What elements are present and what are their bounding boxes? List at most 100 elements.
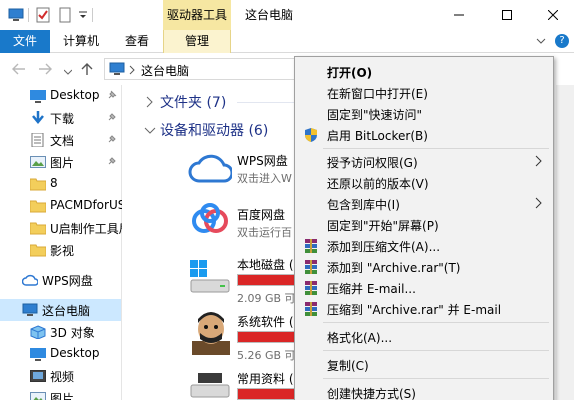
nav-item-folder-pacmd[interactable]: PACMDforUS: [0, 195, 125, 217]
device-name[interactable]: 系统软件 (D: [237, 313, 303, 330]
nav-item-label: 下载: [50, 112, 75, 126]
baidu-netdisk-icon[interactable]: [190, 203, 230, 242]
menu-item-create-shortcut[interactable]: 创建快捷方式(S): [295, 382, 553, 400]
menu-item-pin-start[interactable]: 固定到"开始"屏幕(P): [295, 214, 553, 235]
pin-icon[interactable]: [106, 155, 118, 167]
submenu-arrow-icon: [535, 197, 543, 209]
maximize-button[interactable]: [484, 0, 530, 30]
group-header-folders[interactable]: 文件夹 (7): [160, 92, 226, 112]
menu-item-format[interactable]: 格式化(A)...: [295, 326, 553, 347]
nav-item-3d-objects[interactable]: 3D 对象: [0, 321, 121, 343]
download-icon: [30, 111, 46, 125]
tab-manage[interactable]: 管理: [163, 30, 231, 53]
chevron-down-icon[interactable]: [144, 124, 156, 138]
menu-item-label: 授予访问权限(G): [327, 156, 418, 170]
menu-item-pin-quick-access[interactable]: 固定到"快速访问": [295, 103, 553, 124]
nav-item-label: 视频: [50, 370, 75, 384]
nav-item-this-pc[interactable]: 这台电脑: [0, 299, 121, 321]
tab-computer[interactable]: 计算机: [54, 30, 108, 53]
folder-icon: [29, 199, 47, 213]
menu-item-label: 包含到库中(I): [327, 198, 400, 212]
nav-item-label: U启制作工具局: [50, 222, 131, 236]
menu-item-label: 格式化(A)...: [327, 331, 393, 345]
winrar-icon: [303, 259, 319, 275]
back-arrow-icon[interactable]: [12, 63, 26, 78]
device-name[interactable]: WPS网盘: [237, 152, 288, 169]
help-icon[interactable]: ?: [555, 34, 569, 48]
winrar-icon: [303, 301, 319, 317]
up-arrow-icon[interactable]: [80, 62, 94, 79]
nav-item-quick-desktop[interactable]: Desktop: [0, 85, 121, 107]
chevron-right-icon[interactable]: [146, 96, 154, 111]
recent-locations-icon[interactable]: [63, 65, 73, 79]
menu-item-label: 还原以前的版本(V): [327, 177, 429, 191]
nav-item-folder-movies[interactable]: 影视: [0, 239, 121, 261]
menu-item-open-new-window[interactable]: 在新窗口中打开(E): [295, 82, 553, 103]
3d-objects-icon: [30, 325, 46, 340]
nav-item-folder-8[interactable]: 8: [0, 173, 121, 195]
group-header-devices[interactable]: 设备和驱动器 (6): [160, 120, 268, 140]
computer-app-icon: [8, 7, 24, 23]
nav-item-folder-uqi[interactable]: U启制作工具局: [0, 217, 131, 239]
drive-avatar-icon[interactable]: [190, 311, 232, 358]
folder-icon: [29, 177, 47, 191]
menu-item-restore-versions[interactable]: 还原以前的版本(V): [295, 172, 553, 193]
menu-item-label: 启用 BitLocker(B): [327, 129, 428, 143]
desktop-icon: [30, 89, 46, 103]
windows-drive-icon[interactable]: [190, 260, 232, 299]
properties-icon[interactable]: [36, 7, 50, 23]
nav-item-desktop[interactable]: Desktop: [0, 343, 121, 365]
content-scrollbar[interactable]: [556, 85, 574, 400]
device-description: 双击运行百: [237, 226, 292, 239]
menu-separator: [323, 350, 549, 351]
menu-item-give-access[interactable]: 授予访问权限(G): [295, 151, 553, 172]
expand-ribbon-icon[interactable]: [536, 35, 546, 49]
window-title: 这台电脑: [245, 8, 294, 22]
drive-icon[interactable]: [190, 371, 232, 400]
documents-icon: [30, 132, 46, 148]
winrar-icon: [303, 238, 319, 254]
tab-file[interactable]: 文件: [0, 30, 50, 53]
shield-icon: [303, 127, 319, 143]
nav-item-pictures[interactable]: 图片: [0, 151, 121, 173]
menu-item-add-to-archive[interactable]: 添加到压缩文件(A)...: [295, 235, 553, 256]
separator: [92, 8, 93, 22]
breadcrumb[interactable]: 这台电脑: [141, 62, 189, 79]
nav-item-wps-cloud[interactable]: WPS网盘: [0, 269, 121, 291]
pin-icon[interactable]: [106, 133, 118, 145]
customize-quick-access-icon[interactable]: [78, 7, 88, 23]
cloud-icon: [21, 273, 39, 287]
menu-item-open[interactable]: 打开(O): [295, 61, 553, 82]
menu-separator: [323, 322, 549, 323]
pin-icon[interactable]: [106, 111, 118, 123]
nav-item-videos[interactable]: 视频: [0, 365, 121, 387]
minimize-button[interactable]: [436, 0, 482, 30]
menu-item-label: 添加到压缩文件(A)...: [327, 240, 441, 254]
computer-icon: [22, 303, 38, 317]
device-name[interactable]: 本地磁盘 (C: [237, 256, 302, 273]
menu-item-compress-email[interactable]: 压缩并 E-mail...: [295, 277, 553, 298]
nav-item-label: 文档: [50, 134, 75, 148]
menu-item-copy[interactable]: 复制(C): [295, 354, 553, 375]
device-name[interactable]: 百度网盘: [237, 206, 285, 223]
nav-item-label: 3D 对象: [50, 326, 95, 340]
new-folder-icon[interactable]: [58, 7, 72, 23]
menu-item-bitlocker[interactable]: 启用 BitLocker(B): [295, 124, 553, 145]
nav-item-documents[interactable]: 文档: [0, 129, 121, 151]
wps-cloud-icon[interactable]: [188, 149, 234, 188]
nav-item-pictures-2[interactable]: 图片: [0, 387, 121, 400]
menu-item-label: 在新窗口中打开(E): [327, 87, 428, 101]
menu-item-compress-rar-email[interactable]: 压缩到 "Archive.rar" 并 E-mail: [295, 298, 553, 319]
desktop-icon: [30, 347, 46, 361]
menu-item-include-library[interactable]: 包含到库中(I): [295, 193, 553, 214]
tab-view[interactable]: 查看: [115, 30, 159, 53]
nav-item-downloads[interactable]: 下载: [0, 107, 121, 129]
forward-arrow-icon[interactable]: [38, 63, 52, 78]
pin-icon[interactable]: [106, 89, 118, 101]
pictures-icon: [30, 391, 46, 400]
menu-item-add-archive-rar[interactable]: 添加到 "Archive.rar"(T): [295, 256, 553, 277]
close-button[interactable]: [530, 0, 574, 30]
ribbon-tabs: 文件 计算机 查看 管理 ?: [0, 30, 574, 53]
device-name[interactable]: 常用资料 (E: [237, 370, 301, 387]
breadcrumb-chevron-icon[interactable]: [129, 64, 135, 78]
